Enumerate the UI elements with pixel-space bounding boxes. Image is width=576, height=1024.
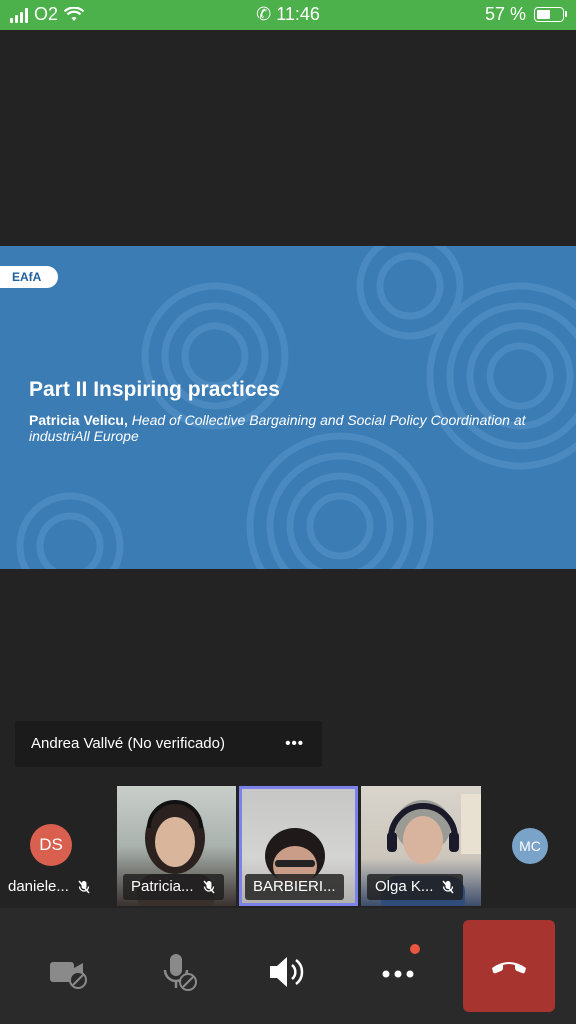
participant-strip[interactable]: DS daniele... Patricia... BARBIERI... Ol… [0, 786, 576, 908]
mic-off-icon [202, 880, 215, 894]
speaker-toggle-button[interactable] [258, 944, 318, 1000]
call-controls [0, 908, 576, 1024]
shared-presentation: EAfA Part II Inspiring practices Patrici… [0, 246, 576, 569]
speaker-icon [270, 957, 304, 987]
notification-dot [410, 944, 420, 954]
clock: 11:46 [276, 4, 320, 24]
mic-off-icon [78, 880, 90, 894]
participant-label: Olga K... [367, 874, 464, 900]
hang-up-icon [492, 962, 526, 974]
presenter-name: Patricia Velicu, [29, 412, 128, 428]
participant-name: Olga K... [375, 878, 434, 895]
participant-video-tile[interactable]: Patricia... [117, 786, 236, 906]
camera-off-icon [50, 962, 87, 989]
more-options-icon[interactable]: ••• [285, 721, 304, 767]
participant-name: BARBIERI... [253, 878, 336, 895]
participant-label: Patricia... [123, 874, 224, 900]
status-bar: O2 ✆ 11:46 57 % [0, 0, 576, 30]
mic-off-icon [163, 954, 197, 991]
participant-tile[interactable]: DS daniele... [0, 786, 114, 906]
participant-name: daniele... [8, 878, 69, 895]
camera-toggle-button[interactable] [38, 944, 98, 1000]
microphone-toggle-button[interactable] [148, 944, 208, 1000]
participant-tile[interactable]: MC [484, 786, 576, 906]
slide-background-pattern [16, 246, 576, 569]
active-speaker-nametag[interactable]: Andrea Vallvé (No verificado) ••• [15, 721, 322, 767]
participant-video-tile[interactable]: Olga K... [361, 786, 481, 906]
hang-up-button[interactable] [463, 920, 555, 1012]
participant-name: Patricia... [131, 878, 194, 895]
more-options-button[interactable] [368, 944, 428, 1000]
avatar: MC [512, 828, 548, 864]
mic-off-icon [442, 880, 454, 894]
active-speaker-name: Andrea Vallvé (No verificado) [31, 735, 225, 752]
eafa-logo: EAfA [0, 266, 58, 288]
participant-video-tile-speaking[interactable]: BARBIERI... [239, 786, 358, 906]
more-icon [382, 970, 414, 978]
slide-subtitle: Patricia Velicu, Head of Collective Barg… [29, 412, 529, 444]
battery-percent: 57 % [484, 4, 526, 24]
avatar: DS [30, 824, 72, 866]
slide-title: Part II Inspiring practices [29, 378, 280, 401]
participant-label: BARBIERI... [245, 874, 344, 900]
battery-icon [534, 7, 567, 22]
phone-icon: ✆ [256, 4, 272, 24]
participant-label: daniele... [4, 874, 95, 900]
